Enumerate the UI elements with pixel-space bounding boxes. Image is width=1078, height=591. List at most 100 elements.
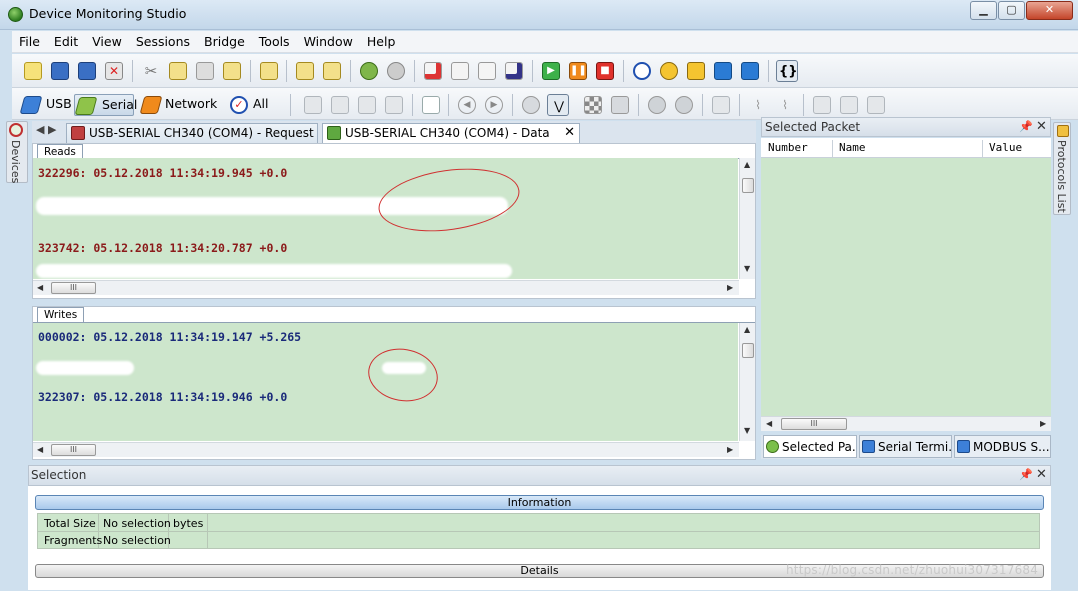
- monitor-icon[interactable]: [631, 60, 653, 82]
- tab-selected-packet[interactable]: Selected Pa...: [763, 435, 857, 458]
- network-icon[interactable]: [139, 94, 163, 116]
- back-icon[interactable]: ◀: [456, 94, 478, 116]
- find-icon[interactable]: [258, 60, 280, 82]
- hex-icon[interactable]: [646, 94, 668, 116]
- filter-icon[interactable]: [358, 60, 380, 82]
- gear-icon[interactable]: [520, 94, 542, 116]
- forward-icon[interactable]: ▶: [483, 94, 505, 116]
- usb-icon[interactable]: [19, 94, 43, 116]
- menu-sessions[interactable]: Sessions: [129, 31, 197, 49]
- tab-modbus[interactable]: MODBUS S...: [954, 435, 1051, 458]
- session-open-icon[interactable]: [449, 60, 471, 82]
- page-icon[interactable]: [420, 94, 442, 116]
- writes-vertical-scrollbar[interactable]: ▲ ▼: [739, 323, 755, 441]
- copy-icon[interactable]: [167, 60, 189, 82]
- clear-highlight-icon[interactable]: [321, 60, 343, 82]
- export-2-icon[interactable]: [838, 94, 860, 116]
- session-new-icon[interactable]: [422, 60, 444, 82]
- menu-file[interactable]: File: [12, 31, 47, 49]
- connect-icon[interactable]: [658, 60, 680, 82]
- highlight-icon[interactable]: [294, 60, 316, 82]
- tab-close-icon[interactable]: ✕: [564, 124, 575, 142]
- cursor-3-icon[interactable]: [356, 94, 378, 116]
- close-window-button[interactable]: ✕: [1026, 1, 1073, 20]
- session-remove-icon[interactable]: [503, 60, 525, 82]
- stop-icon[interactable]: ■: [594, 60, 616, 82]
- pause-icon[interactable]: ❚❚: [567, 60, 589, 82]
- total-size-label: Total Size: [44, 517, 96, 530]
- scroll-thumb[interactable]: III: [51, 444, 96, 456]
- serial-filter-button[interactable]: Serial: [74, 94, 137, 116]
- script-icon[interactable]: {}: [776, 60, 798, 82]
- column-number[interactable]: Number: [768, 141, 808, 154]
- read-packet-header[interactable]: 322296: 05.12.2018 11:34:19.945 +0.0: [38, 166, 287, 180]
- write-packet-header[interactable]: 322307: 05.12.2018 11:34:19.946 +0.0: [38, 390, 287, 404]
- close-icon[interactable]: ✕: [1036, 119, 1047, 134]
- chart-icon[interactable]: ⌇: [747, 94, 769, 116]
- save-as-icon[interactable]: [76, 60, 98, 82]
- cursor-icon[interactable]: [302, 94, 324, 116]
- all-filter-label[interactable]: All: [253, 94, 269, 116]
- export-3-icon[interactable]: [865, 94, 887, 116]
- modbus-icon: [957, 440, 970, 453]
- writes-tab[interactable]: Writes: [37, 307, 85, 322]
- display-2-icon[interactable]: [739, 60, 761, 82]
- tab-serial-terminal[interactable]: Serial Termi...: [859, 435, 952, 458]
- chart-2-icon[interactable]: ⌇: [774, 94, 796, 116]
- new-icon[interactable]: [22, 60, 44, 82]
- close-file-icon[interactable]: ✕: [103, 60, 125, 82]
- save-icon[interactable]: [49, 60, 71, 82]
- scroll-thumb[interactable]: III: [51, 282, 96, 294]
- grid-2-icon[interactable]: [609, 94, 631, 116]
- session-copy-icon[interactable]: [476, 60, 498, 82]
- menu-help[interactable]: Help: [360, 31, 403, 49]
- column-value[interactable]: Value: [989, 141, 1022, 154]
- tab-request-view[interactable]: USB-SERIAL CH340 (COM4) - Request View: [66, 123, 318, 158]
- scroll-thumb[interactable]: III: [781, 418, 847, 430]
- structure-icon[interactable]: [710, 94, 732, 116]
- reads-vertical-scrollbar[interactable]: ▲ ▼: [739, 158, 755, 279]
- tab-data-view[interactable]: USB-SERIAL CH340 (COM4) - Data View ✕: [322, 123, 580, 158]
- information-section[interactable]: Information: [35, 495, 1044, 510]
- waveform-icon[interactable]: ⋁: [547, 94, 569, 116]
- start-icon[interactable]: ▶: [540, 60, 562, 82]
- column-name[interactable]: Name: [839, 141, 866, 154]
- menu-bridge[interactable]: Bridge: [197, 31, 252, 49]
- menu-view[interactable]: View: [85, 31, 129, 49]
- selected-packet-hscrollbar[interactable]: ◀ III ▶: [761, 416, 1051, 431]
- pin-icon[interactable]: 📌: [1019, 120, 1033, 133]
- network-filter-label[interactable]: Network: [165, 94, 217, 116]
- minimize-button[interactable]: ▁: [970, 1, 997, 20]
- tab-modbus-label: MODBUS S...: [973, 440, 1050, 454]
- display-icon[interactable]: [712, 60, 734, 82]
- usb-filter-label[interactable]: USB: [46, 94, 72, 116]
- pin-icon[interactable]: 📌: [1019, 468, 1033, 481]
- menu-edit[interactable]: Edit: [47, 31, 85, 49]
- paste-special-icon[interactable]: [221, 60, 243, 82]
- menu-window[interactable]: Window: [297, 31, 360, 49]
- cursor-2-icon[interactable]: [329, 94, 351, 116]
- protocols-side-label: Protocols List: [1055, 140, 1068, 213]
- write-packet-header[interactable]: 000002: 05.12.2018 11:34:19.147 +5.265: [38, 330, 301, 344]
- scroll-thumb[interactable]: [742, 178, 754, 193]
- cut-icon[interactable]: ✂: [140, 60, 162, 82]
- cursor-4-icon[interactable]: [383, 94, 405, 116]
- writes-horizontal-scrollbar[interactable]: ◀ III ▶: [33, 442, 739, 457]
- window-title: Device Monitoring Studio: [29, 6, 187, 21]
- paste-icon[interactable]: [194, 60, 216, 82]
- menu-tools[interactable]: Tools: [252, 31, 297, 49]
- read-packet-header[interactable]: 323742: 05.12.2018 11:34:20.787 +0.0: [38, 241, 287, 255]
- maximize-button[interactable]: ▢: [998, 1, 1025, 20]
- grid-icon[interactable]: [582, 94, 604, 116]
- export-icon[interactable]: [811, 94, 833, 116]
- hex-2-icon[interactable]: [673, 94, 695, 116]
- redacted-data: [36, 264, 512, 278]
- filter-off-icon[interactable]: [385, 60, 407, 82]
- close-icon[interactable]: ✕: [1036, 467, 1047, 482]
- tab-scroll-arrows[interactable]: ◀ ▶: [36, 123, 56, 136]
- all-icon[interactable]: ✓: [228, 94, 250, 116]
- reads-horizontal-scrollbar[interactable]: ◀ III ▶: [33, 280, 739, 295]
- reads-tab[interactable]: Reads: [37, 144, 83, 159]
- scroll-thumb[interactable]: [742, 343, 754, 358]
- settings-icon[interactable]: [685, 60, 707, 82]
